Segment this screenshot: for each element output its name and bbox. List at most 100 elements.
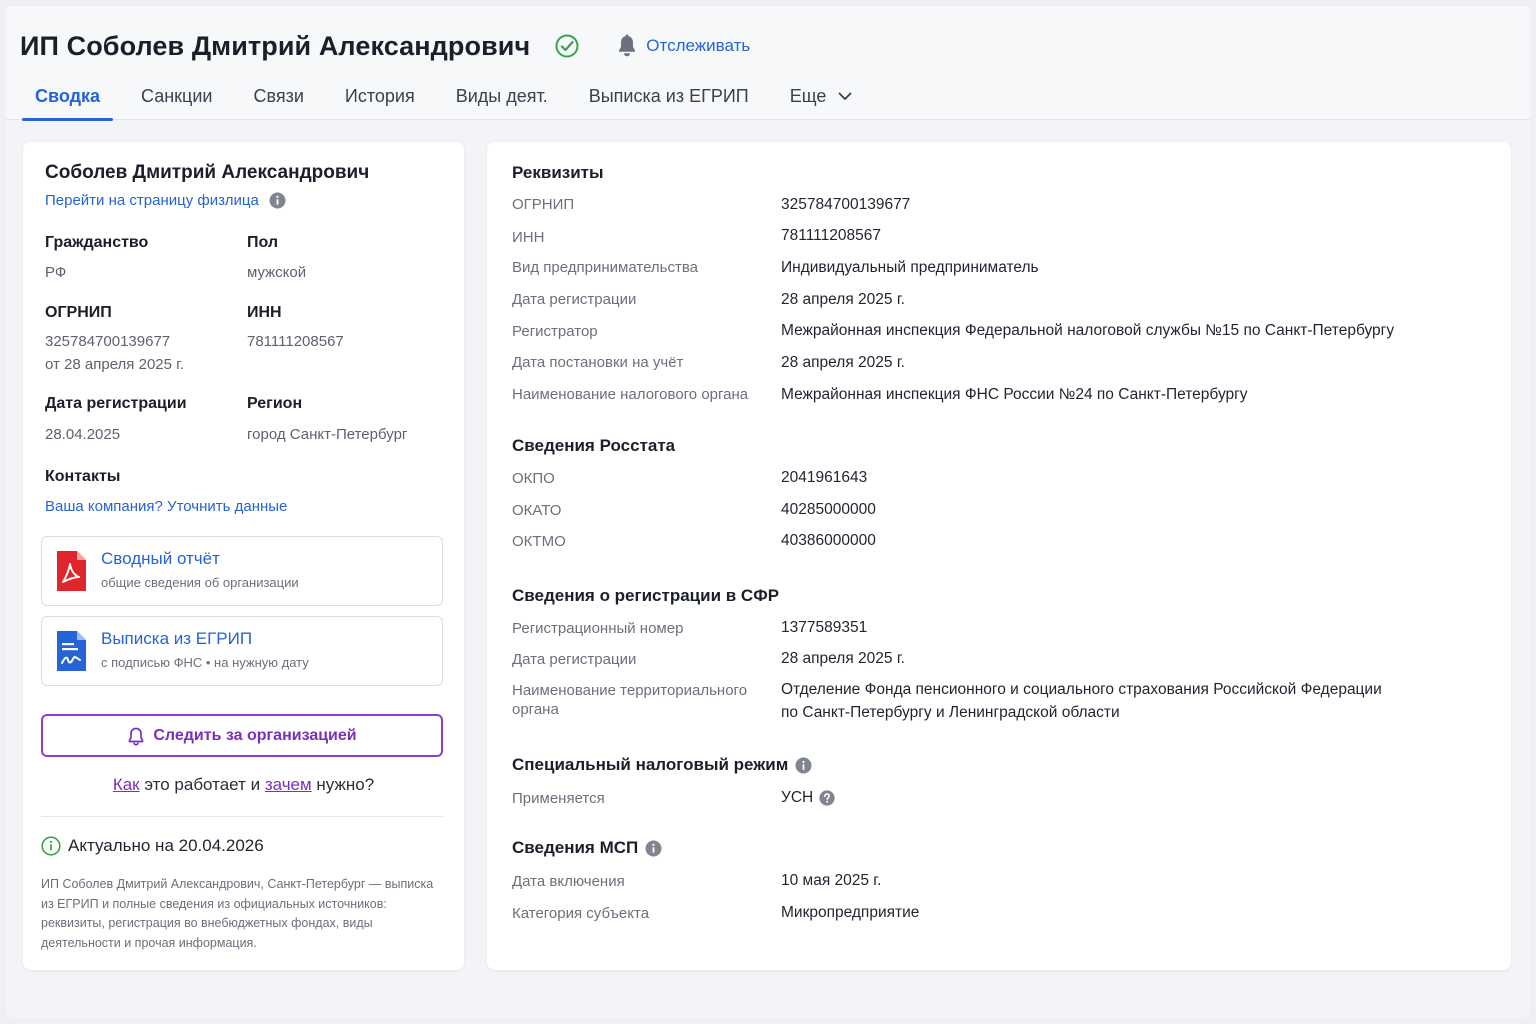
detail-value: 40285000000 bbox=[781, 501, 876, 518]
detail-label: органа bbox=[512, 701, 559, 718]
summary-report-title: Сводный отчёт bbox=[101, 549, 220, 568]
reg-date-label: Дата регистрации bbox=[45, 395, 187, 412]
detail-label: ОГРНИП bbox=[512, 196, 575, 213]
detail-label: ОКПО bbox=[512, 470, 555, 487]
title-row: ИП Соболев Дмитрий Александрович Отслежи… bbox=[20, 26, 750, 66]
info-icon[interactable] bbox=[269, 192, 286, 209]
detail-value: 325784700139677 bbox=[781, 196, 911, 213]
bell-icon[interactable] bbox=[616, 34, 638, 58]
how-end-text: нужно? bbox=[311, 775, 375, 794]
pdf-icon bbox=[54, 549, 88, 593]
detail-value: 28 апреля 2025 г. bbox=[781, 354, 905, 371]
ogrnip-label: ОГРНИП bbox=[45, 304, 112, 321]
detail-value: Индивидуальный предприниматель bbox=[781, 259, 1039, 276]
detail-label: Наименование налогового органа bbox=[512, 386, 749, 403]
how-link[interactable]: Как bbox=[113, 775, 140, 794]
person-page-link-row: Перейти на страницу физлица bbox=[45, 192, 286, 209]
summary-report-subtitle: общие сведения об организации bbox=[101, 575, 299, 590]
how-mid-text: это работает и bbox=[139, 775, 265, 794]
detail-value: 28 апреля 2025 г. bbox=[781, 291, 905, 308]
tax-regime-title: Специальный налоговый режим bbox=[512, 755, 812, 775]
detail-value: УСН bbox=[781, 789, 814, 806]
info-icon[interactable] bbox=[645, 840, 662, 857]
why-link[interactable]: зачем bbox=[265, 775, 312, 794]
track-link[interactable]: Отслеживать bbox=[646, 36, 750, 56]
detail-label: Регистратор bbox=[512, 323, 598, 340]
detail-value: 10 мая 2025 г. bbox=[781, 872, 882, 889]
egrip-extract-title: Выписка из ЕГРИП bbox=[101, 629, 253, 648]
tab-history[interactable]: История bbox=[332, 72, 428, 120]
tax-regime-value-row: УСН bbox=[781, 786, 835, 809]
actual-date-row: Актуально на 20.04.2026 bbox=[41, 836, 264, 856]
person-page-link[interactable]: Перейти на страницу физлица bbox=[45, 192, 259, 209]
detail-value: по Санкт-Петербургу и Ленинградской обла… bbox=[781, 704, 1120, 721]
ogrnip-date: от 28 апреля 2025 г. bbox=[45, 356, 184, 373]
details-card: Реквизиты ОГРНИП 325784700139677 ИНН 781… bbox=[487, 142, 1511, 970]
msp-title: Сведения МСП bbox=[512, 838, 662, 858]
sex-value: мужской bbox=[247, 264, 307, 281]
detail-value: 781111208567 bbox=[781, 227, 881, 244]
tab-label: Связи bbox=[253, 85, 304, 106]
person-name: Соболев Дмитрий Александрович bbox=[45, 162, 370, 183]
detail-label: Дата включения bbox=[512, 873, 625, 890]
sfr-title: Сведения о регистрации в СФР bbox=[512, 586, 780, 605]
detail-value: 28 апреля 2025 г. bbox=[781, 650, 905, 667]
info-icon[interactable] bbox=[795, 757, 812, 774]
citizenship-label: Гражданство bbox=[45, 234, 149, 251]
detail-value: Отделение Фонда пенсионного и социальног… bbox=[781, 681, 1382, 698]
detail-value: 1377589351 bbox=[781, 619, 868, 636]
tab-more[interactable]: Еще bbox=[777, 72, 866, 120]
page-title: ИП Соболев Дмитрий Александрович bbox=[20, 30, 531, 61]
tab-label: Еще bbox=[789, 85, 827, 106]
detail-value: 2041961643 bbox=[781, 469, 868, 486]
ogrnip-value: 325784700139677 bbox=[45, 333, 171, 350]
page-description: ИП Соболев Дмитрий Александрович, Санкт-… bbox=[41, 877, 434, 950]
rosstat-title: Сведения Росстата bbox=[512, 436, 676, 455]
bell-outline-icon bbox=[127, 726, 145, 746]
detail-label: Дата постановки на учёт bbox=[512, 354, 684, 371]
divider bbox=[41, 816, 443, 817]
inn-value: 781111208567 bbox=[247, 333, 344, 350]
tax-regime-title-text: Специальный налоговый режим bbox=[512, 755, 789, 774]
tab-label: Виды деят. bbox=[455, 85, 548, 106]
info-circle-icon bbox=[41, 836, 61, 856]
tab-label: Санкции bbox=[141, 85, 213, 106]
tab-sanctions[interactable]: Санкции bbox=[128, 72, 225, 120]
detail-label: Дата регистрации bbox=[512, 291, 637, 308]
follow-organization-button[interactable]: Следить за организацией bbox=[41, 714, 443, 757]
tab-links[interactable]: Связи bbox=[240, 72, 316, 120]
tab-label: Сводка bbox=[35, 85, 101, 106]
detail-value: Межрайонная инспекция Федеральной налого… bbox=[781, 322, 1395, 339]
egrip-extract-subtitle: с подписью ФНС • на нужную дату bbox=[101, 655, 309, 670]
tab-label: Выписка из ЕГРИП bbox=[588, 85, 749, 106]
check-circle-icon bbox=[554, 33, 580, 59]
tab-label: История bbox=[344, 85, 415, 106]
summary-report-card[interactable]: Сводный отчёт общие сведения об организа… bbox=[41, 536, 443, 606]
region-value: город Санкт-Петербург bbox=[247, 426, 408, 443]
tab-bar: Сводка Санкции Связи История Виды деят. … bbox=[22, 72, 880, 121]
actual-date-text: Актуально на 20.04.2026 bbox=[68, 836, 264, 855]
sex-label: Пол bbox=[247, 234, 279, 251]
detail-value: Микропредприятие bbox=[781, 904, 920, 921]
question-icon[interactable] bbox=[819, 789, 835, 806]
msp-title-text: Сведения МСП bbox=[512, 838, 639, 857]
tab-summary[interactable]: Сводка bbox=[22, 72, 114, 121]
inn-label: ИНН bbox=[247, 304, 282, 321]
contacts-update-link[interactable]: Ваша компания? Уточнить данные bbox=[45, 498, 287, 515]
egrip-extract-card[interactable]: Выписка из ЕГРИП с подписью ФНС • на нуж… bbox=[41, 616, 443, 686]
detail-value: 40386000000 bbox=[781, 532, 876, 549]
tab-activities[interactable]: Виды деят. bbox=[443, 72, 561, 120]
citizenship-value: РФ bbox=[45, 264, 67, 281]
chevron-down-icon bbox=[838, 92, 852, 101]
tab-egrip-extract[interactable]: Выписка из ЕГРИП bbox=[576, 72, 762, 120]
detail-value: Межрайонная инспекция ФНС России №24 по … bbox=[781, 386, 1248, 403]
how-it-works-line: Как это работает и зачем нужно? bbox=[23, 775, 464, 795]
detail-label: ИНН bbox=[512, 229, 545, 246]
detail-label: Наименование территориального bbox=[512, 682, 748, 699]
signed-doc-icon bbox=[54, 629, 88, 673]
reg-date-value: 28.04.2025 bbox=[45, 426, 121, 443]
follow-organization-label: Следить за организацией bbox=[153, 726, 357, 744]
requisites-title: Реквизиты bbox=[512, 163, 604, 182]
contacts-label: Контакты bbox=[45, 468, 121, 485]
region-label: Регион bbox=[247, 395, 303, 412]
